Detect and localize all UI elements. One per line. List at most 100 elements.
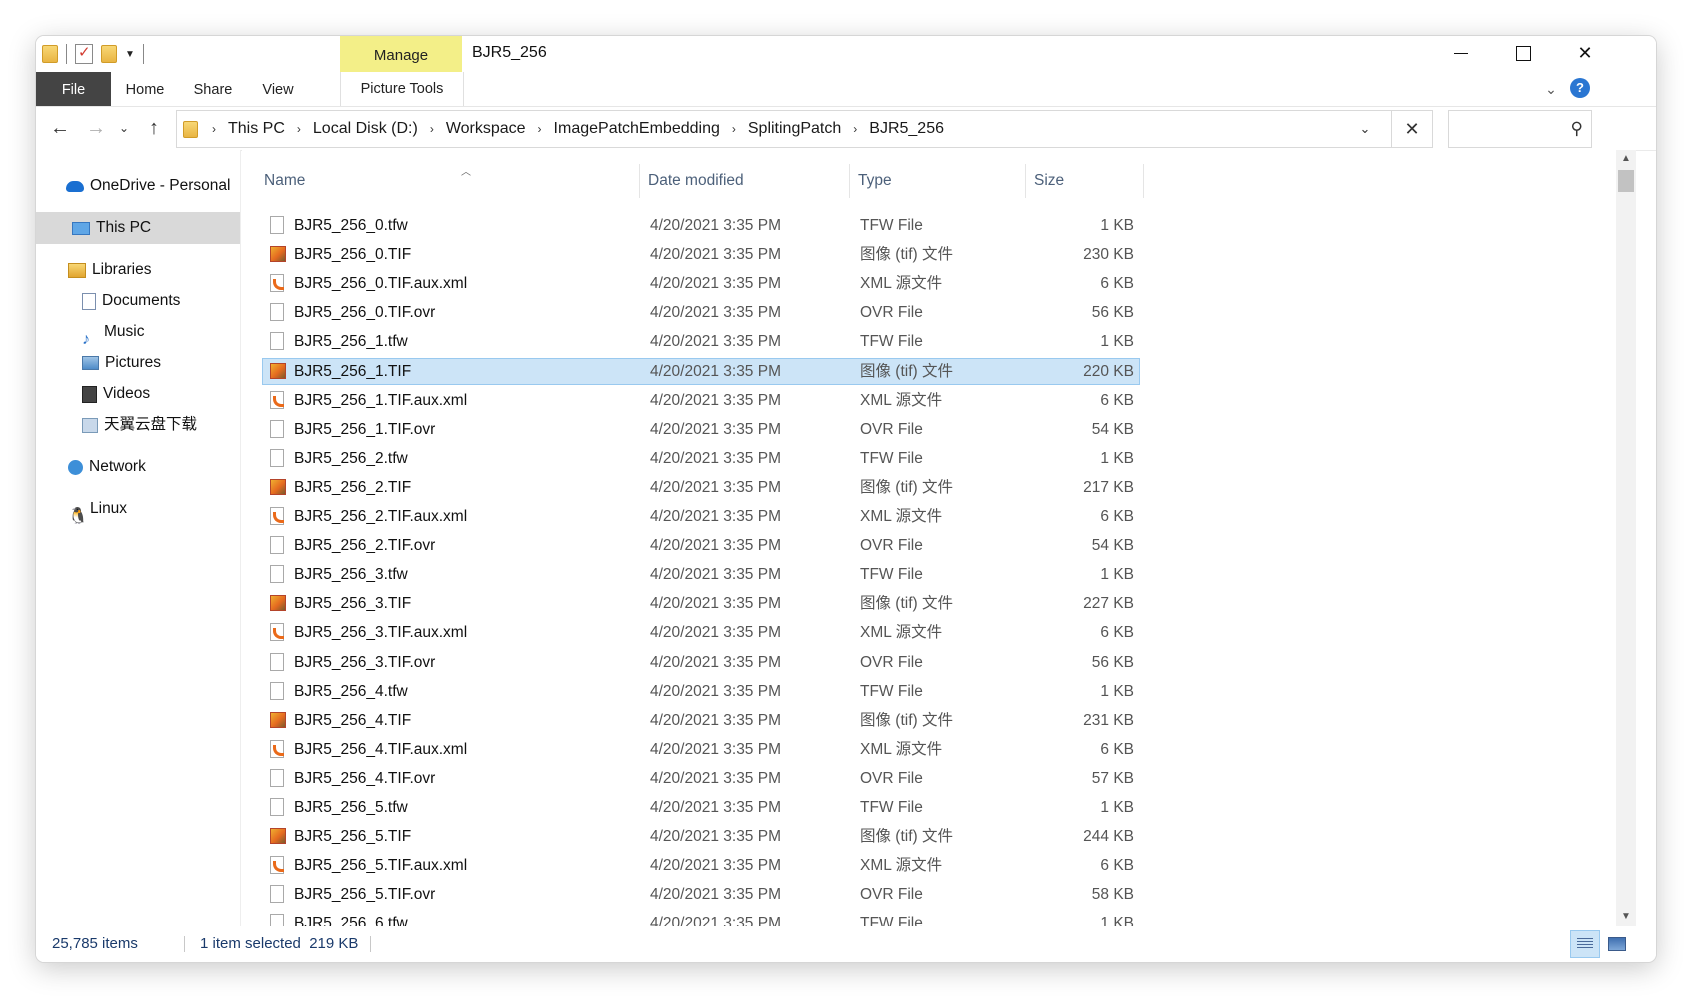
file-date-modified: 4/20/2021 3:35 PM — [650, 769, 781, 787]
properties-icon[interactable] — [75, 43, 93, 64]
breadcrumb-separator-icon[interactable]: › — [853, 122, 857, 136]
file-row[interactable]: BJR5_256_3.TIF.ovr 4/20/2021 3:35 PM OVR F… — [262, 649, 1140, 676]
vertical-scrollbar[interactable]: ▲ ▼ — [1616, 150, 1636, 926]
tab-file[interactable]: File — [36, 72, 111, 106]
column-header-size[interactable]: Size — [1026, 164, 1144, 198]
sidebar-item-cloud-drive-downloads[interactable]: 天翼云盘下载 — [36, 409, 240, 441]
search-input[interactable]: ⚲ — [1448, 110, 1592, 148]
minimize-button[interactable] — [1432, 36, 1490, 70]
manage-tab[interactable]: Manage — [340, 36, 462, 72]
large-icons-view-button[interactable] — [1602, 930, 1632, 958]
maximize-button[interactable] — [1494, 36, 1552, 70]
file-name: BJR5_256_3.tfw — [294, 566, 408, 584]
file-row[interactable]: BJR5_256_0.tfw 4/20/2021 3:35 PM TFW File 1… — [262, 212, 1140, 239]
sidebar-item-label: Documents — [102, 292, 181, 309]
file-row[interactable]: BJR5_256_4.TIF.aux.xml 4/20/2021 3:35 PM X… — [262, 736, 1140, 763]
file-row[interactable]: BJR5_256_3.TIF.aux.xml 4/20/2021 3:35 PM X… — [262, 619, 1140, 646]
breadcrumb-this-pc[interactable]: This PC — [228, 120, 285, 138]
file-size: 57 KB — [1091, 769, 1134, 787]
file-row[interactable]: BJR5_256_1.TIF.aux.xml 4/20/2021 3:35 PM X… — [262, 387, 1140, 414]
details-view-button[interactable] — [1570, 930, 1600, 958]
file-row[interactable]: BJR5_256_1.TIF.ovr 4/20/2021 3:35 PM OVR F… — [262, 416, 1140, 443]
file-date-modified: 4/20/2021 3:35 PM — [650, 682, 781, 700]
breadcrumb-separator-icon[interactable]: › — [297, 122, 301, 136]
breadcrumb-separator-icon[interactable]: › — [732, 122, 736, 136]
file-name: BJR5_256_5.TIF.aux.xml — [294, 857, 468, 875]
file-row[interactable]: BJR5_256_1.TIF 4/20/2021 3:35 PM 图像 (tif) … — [262, 357, 1140, 385]
up-arrow-icon[interactable]: ↑ — [140, 114, 168, 142]
address-bar[interactable]: › This PC › Local Disk (D:) › Workspace … — [176, 110, 1433, 148]
sidebar-item-network[interactable]: Network — [36, 451, 240, 483]
column-header-name[interactable]: Name ︿ — [256, 164, 640, 198]
file-row[interactable]: BJR5_256_2.tfw 4/20/2021 3:35 PM TFW File 1… — [262, 445, 1140, 472]
clear-address-icon[interactable]: ✕ — [1391, 111, 1432, 147]
file-size: 6 KB — [1100, 740, 1134, 758]
item-count: 25,785 items — [52, 935, 138, 952]
sidebar-item-label: Pictures — [105, 354, 161, 371]
file-row[interactable]: BJR5_256_4.tfw 4/20/2021 3:35 PM TFW File 1… — [262, 678, 1140, 705]
file-row[interactable]: BJR5_256_2.TIF 4/20/2021 3:35 PM 图像 (tif) … — [262, 474, 1140, 501]
file-row[interactable]: BJR5_256_5.TIF.ovr 4/20/2021 3:35 PM OVR F… — [262, 881, 1140, 908]
file-row[interactable]: BJR5_256_3.tfw 4/20/2021 3:35 PM TFW File 1… — [262, 561, 1140, 588]
file-row[interactable]: BJR5_256_0.TIF 4/20/2021 3:35 PM 图像 (tif) … — [262, 241, 1140, 268]
new-folder-icon[interactable] — [101, 45, 117, 63]
file-row[interactable]: BJR5_256_5.TIF 4/20/2021 3:35 PM 图像 (tif) … — [262, 823, 1140, 850]
sidebar-item-onedrive[interactable]: OneDrive - Personal — [36, 170, 240, 202]
search-icon[interactable]: ⚲ — [1571, 119, 1583, 139]
sidebar-item-linux[interactable]: 🐧 Linux — [36, 493, 240, 525]
file-row[interactable]: BJR5_256_2.TIF.ovr 4/20/2021 3:35 PM OVR F… — [262, 532, 1140, 559]
folder-icon[interactable] — [42, 45, 58, 63]
file-row[interactable]: BJR5_256_0.TIF.ovr 4/20/2021 3:35 PM OVR F… — [262, 299, 1140, 326]
file-row[interactable]: BJR5_256_0.TIF.aux.xml 4/20/2021 3:35 PM X… — [262, 270, 1140, 297]
recent-locations-chevron-icon[interactable]: ⌄ — [114, 114, 134, 142]
breadcrumb-separator-icon[interactable]: › — [430, 122, 434, 136]
breadcrumb-current-folder[interactable]: BJR5_256 — [869, 120, 944, 138]
sidebar-item-videos[interactable]: Videos — [36, 378, 240, 410]
breadcrumb-imagepatchembedding[interactable]: ImagePatchEmbedding — [554, 120, 720, 138]
breadcrumb-splitingpatch[interactable]: SplitingPatch — [748, 120, 841, 138]
customize-qat-chevron-icon[interactable]: ▼ — [125, 49, 135, 60]
file-row[interactable]: BJR5_256_5.tfw 4/20/2021 3:35 PM TFW File 1… — [262, 794, 1140, 821]
breadcrumb-local-disk[interactable]: Local Disk (D:) — [313, 120, 418, 138]
file-name: BJR5_256_2.tfw — [294, 449, 408, 467]
sidebar-item-libraries[interactable]: Libraries — [36, 254, 240, 286]
column-header-type[interactable]: Type — [850, 164, 1026, 198]
scroll-up-arrow-icon[interactable]: ▲ — [1616, 150, 1636, 168]
file-date-modified: 4/20/2021 3:35 PM — [650, 624, 781, 642]
scroll-thumb[interactable] — [1618, 170, 1634, 192]
breadcrumb-separator-icon[interactable]: › — [538, 122, 542, 136]
sidebar-item-pictures[interactable]: Pictures — [36, 347, 240, 379]
sidebar-item-this-pc[interactable]: This PC — [36, 212, 240, 244]
tab-view[interactable]: View — [247, 72, 309, 106]
tab-picture-tools[interactable]: Picture Tools — [340, 72, 464, 106]
sidebar-item-label: Network — [89, 458, 146, 475]
forward-arrow-icon[interactable]: → — [82, 114, 110, 142]
file-row[interactable]: BJR5_256_4.TIF 4/20/2021 3:35 PM 图像 (tif) … — [262, 707, 1140, 734]
ovr-file-icon — [270, 652, 284, 671]
tab-home[interactable]: Home — [111, 72, 179, 106]
sort-ascending-icon: ︿ — [461, 167, 471, 178]
file-row[interactable]: BJR5_256_4.TIF.ovr 4/20/2021 3:35 PM OVR F… — [262, 765, 1140, 792]
file-type: OVR File — [860, 886, 923, 904]
file-size: 56 KB — [1091, 304, 1134, 322]
file-row[interactable]: BJR5_256_3.TIF 4/20/2021 3:35 PM 图像 (tif) … — [262, 590, 1140, 617]
file-row[interactable]: BJR5_256_1.tfw 4/20/2021 3:35 PM TFW File 1… — [262, 328, 1140, 355]
help-icon[interactable]: ? — [1570, 78, 1590, 98]
file-row[interactable]: BJR5_256_5.TIF.aux.xml 4/20/2021 3:35 PM X… — [262, 852, 1140, 879]
column-header-date-modified[interactable]: Date modified — [640, 164, 850, 198]
tif-image-icon — [270, 595, 286, 612]
back-arrow-icon[interactable]: ← — [46, 114, 74, 142]
file-size: 220 KB — [1083, 362, 1134, 380]
minimize-icon — [1454, 52, 1468, 54]
sidebar-item-music[interactable]: ♪ Music — [36, 316, 240, 348]
sidebar-item-documents[interactable]: Documents — [36, 285, 240, 317]
address-history-chevron-icon[interactable]: ⌄ — [1352, 111, 1378, 147]
expand-ribbon-chevron-icon[interactable]: ⌄ — [1540, 78, 1562, 100]
scroll-down-arrow-icon[interactable]: ▼ — [1616, 908, 1636, 926]
breadcrumb-workspace[interactable]: Workspace — [446, 120, 526, 138]
breadcrumb-separator-icon[interactable]: › — [212, 122, 216, 136]
close-button[interactable]: ✕ — [1556, 36, 1614, 70]
file-row[interactable]: BJR5_256_2.TIF.aux.xml 4/20/2021 3:35 PM X… — [262, 503, 1140, 530]
ovr-file-icon — [270, 768, 284, 787]
tab-share[interactable]: Share — [179, 72, 247, 106]
